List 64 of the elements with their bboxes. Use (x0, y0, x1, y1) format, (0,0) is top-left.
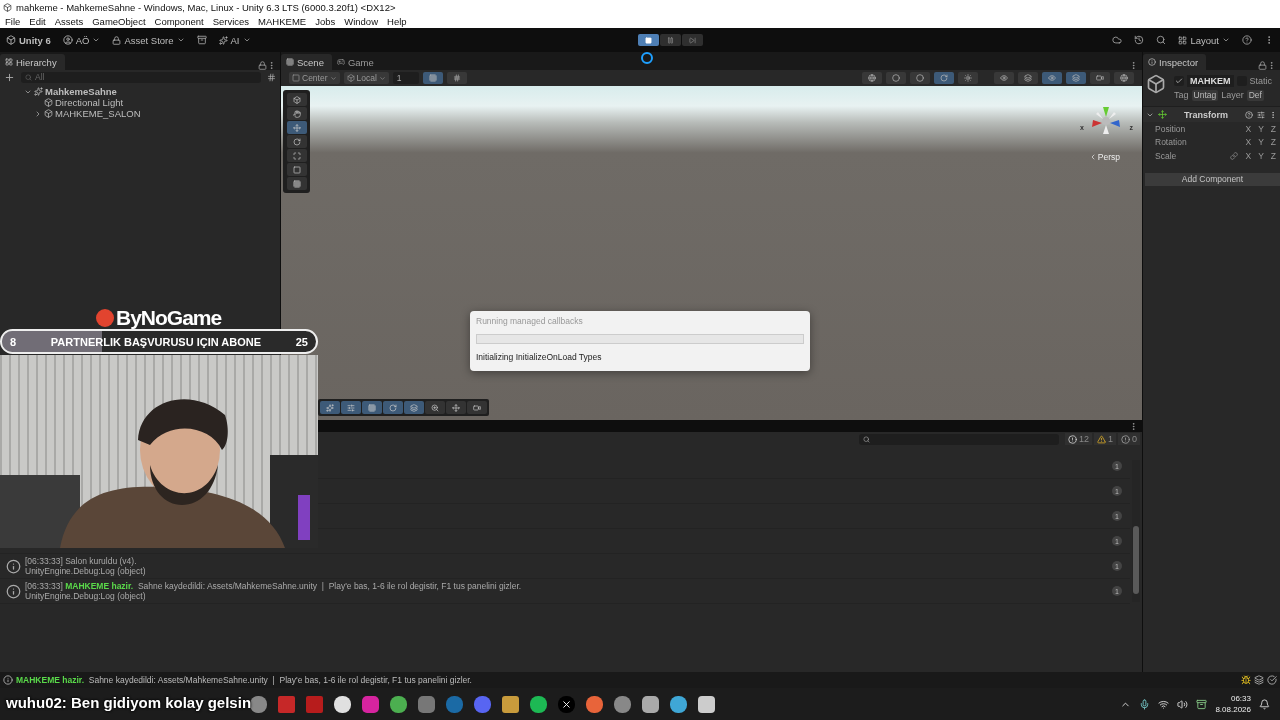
axis-label: Y (1258, 150, 1264, 161)
grid-size-field[interactable]: 1 (392, 72, 419, 84)
dialog-message: Initializing InitializeOnLoad Types (476, 352, 603, 362)
layout-button[interactable]: Layout (1178, 34, 1230, 46)
hierarchy-tab[interactable]: Hierarchy (0, 54, 65, 70)
info-count-toggle[interactable]: 12 (1064, 433, 1092, 445)
menu-item[interactable]: Edit (29, 15, 46, 27)
goal-label: PARTNERLIK BAŞVURUSU IÇIN ABONE (50, 335, 262, 348)
tag-label: Tag (1174, 90, 1189, 100)
menu-item[interactable]: MAHKEME (258, 15, 307, 27)
field-label: Position (1155, 123, 1187, 134)
asset-store-button[interactable]: Asset Store (112, 34, 185, 46)
axis-label: X (1245, 150, 1252, 161)
inspector-tab[interactable]: Inspector (1143, 54, 1207, 70)
log-trace: UnityEngine.Debug:Log (object) (25, 566, 147, 576)
component-header[interactable]: Transform (1143, 106, 1280, 122)
axis-label: X (1245, 137, 1252, 148)
menu-item[interactable]: GameObject (92, 15, 146, 27)
layer-dropdown[interactable]: Def (1246, 89, 1264, 101)
field-label: Rotation (1155, 137, 1188, 148)
menu-item[interactable]: Help (387, 15, 407, 27)
static-label: Static (1249, 76, 1272, 86)
goal-target: 25 (295, 335, 308, 348)
hierarchy-item[interactable]: MahkemeSahne (0, 86, 280, 97)
field-label: Scale (1155, 150, 1178, 161)
log-message: [06:33:33] Salon kuruldu (v4). (25, 556, 138, 566)
ai-button[interactable]: AI (218, 34, 251, 46)
component-title: Transform (1183, 109, 1229, 120)
axis-label: Z (1270, 150, 1276, 161)
add-component-button[interactable]: Add Component (1145, 172, 1280, 186)
axis-label: X (1245, 123, 1252, 134)
axis-label: Y (1258, 123, 1264, 134)
log-trace: UnityEngine.Debug:Log (object) (25, 591, 147, 601)
unity-account-button[interactable]: Unity 6 (6, 34, 51, 46)
dialog-title: Running managed callbacks (476, 316, 584, 326)
menu-item[interactable]: Jobs (315, 15, 336, 27)
hierarchy-item[interactable]: Directional Light (0, 97, 280, 108)
menu-item[interactable]: Assets (54, 15, 84, 27)
chat-message: wuhu02: Ben gidiyom kolay gelsin (6, 694, 252, 711)
warning-count-toggle[interactable]: 1 (1093, 433, 1116, 445)
name-field[interactable]: MAHKEM (1187, 75, 1234, 87)
projection-toggle[interactable]: Persp (1088, 152, 1120, 162)
space-dropdown[interactable]: Local (343, 72, 389, 84)
menu-item[interactable]: Services (212, 15, 250, 27)
clock[interactable]: 06:33 8.08.2026 (1215, 693, 1251, 715)
goal-current: 8 (10, 335, 17, 348)
log-message: [06:33:33] MAHKEME hazir. Sahne kaydedildi: Assets/MahkemeSahne.unity | Play'e bas, 1-6 ile rol degistir, F1 tus panelini gizler. (25, 581, 523, 591)
layer-label: Layer (1221, 90, 1244, 100)
menu-item[interactable]: Component (154, 15, 204, 27)
tag-dropdown[interactable]: Untag (1191, 89, 1219, 101)
axis-label: Y (1258, 137, 1264, 148)
hierarchy-item[interactable]: MAHKEME_SALON (0, 108, 280, 119)
view-tab[interactable]: Game (331, 54, 382, 70)
axis-label: Z (1270, 123, 1276, 134)
menu-item[interactable]: File (5, 15, 21, 27)
stream-logo: ByNoGame (116, 306, 222, 330)
account-button[interactable]: AÖ (62, 34, 101, 46)
window-title: mahkeme - MahkemeSahne - Windows, Mac, Linux - Unity 6.3 LTS (6000.3.20f1) <DX12> (16, 1, 396, 13)
error-count-toggle[interactable]: 0 (1118, 433, 1140, 445)
view-tab[interactable]: Scene (281, 54, 332, 70)
status-message: MAHKEME hazir. Sahne kaydedildi: Assets/MahkemeSahne.unity | Play'e bas, 1-6 ile rol degistir, F1 tus panelini gizler. (16, 675, 472, 685)
pivot-dropdown[interactable]: Center (289, 72, 340, 84)
axis-label: Z (1270, 137, 1276, 148)
menu-item[interactable]: Window (344, 15, 378, 27)
